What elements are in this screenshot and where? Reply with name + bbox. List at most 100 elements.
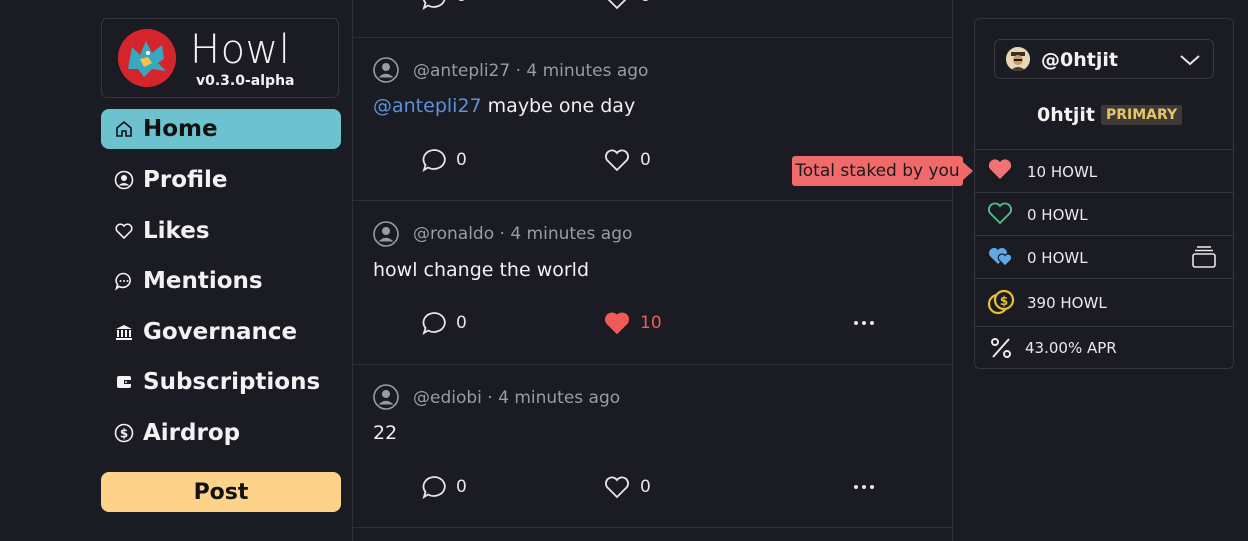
profile-icon bbox=[113, 169, 135, 191]
nav-item-likes[interactable]: Likes bbox=[101, 211, 341, 251]
heart-outline-icon bbox=[605, 149, 629, 172]
post-text: howl change the world bbox=[373, 259, 589, 281]
mention-link[interactable]: @antepli27 bbox=[373, 95, 482, 117]
wolf-logo-icon bbox=[118, 29, 176, 87]
account-selector[interactable]: @0htjit bbox=[994, 39, 1214, 79]
heart-filled-icon bbox=[605, 312, 629, 335]
stack-icon bbox=[1192, 246, 1216, 268]
post-text: @antepli27 maybe one day bbox=[373, 95, 635, 117]
comment-icon bbox=[422, 149, 446, 173]
post-text: 22 bbox=[373, 422, 397, 444]
post-avatar[interactable] bbox=[373, 57, 399, 87]
post-handle[interactable]: @antepli27 bbox=[413, 61, 510, 81]
like-button[interactable] bbox=[604, 0, 630, 14]
nav-item-subscriptions[interactable]: Subscriptions bbox=[101, 362, 341, 402]
like-button[interactable] bbox=[604, 311, 630, 339]
wallet-icon bbox=[113, 371, 135, 393]
nav-item-airdrop[interactable]: $ Airdrop bbox=[101, 413, 341, 453]
nav-label-governance: Governance bbox=[143, 319, 298, 345]
more-options-button[interactable] bbox=[852, 477, 876, 501]
nav-item-home[interactable]: Home bbox=[101, 109, 341, 149]
like-count: 0 bbox=[640, 150, 651, 170]
nav-item-profile[interactable]: Profile bbox=[101, 160, 341, 200]
comment-count: 0 bbox=[456, 0, 467, 6]
comment-icon bbox=[422, 312, 446, 336]
stat-row bbox=[989, 336, 1013, 364]
more-dots-icon bbox=[854, 321, 874, 325]
primary-badge: PRIMARY bbox=[1100, 105, 1183, 125]
collect-button[interactable] bbox=[1191, 245, 1217, 273]
panel-divider bbox=[975, 149, 1233, 150]
chevron-down-icon bbox=[1179, 50, 1201, 74]
account-selector-label: @0htjit bbox=[1041, 49, 1118, 71]
account-header: 0htjit PRIMARY bbox=[1037, 104, 1183, 126]
post-time: · 4 minutes ago bbox=[510, 61, 649, 81]
coins-icon: $ bbox=[987, 289, 1015, 315]
nav-label-likes: Likes bbox=[143, 218, 210, 244]
more-dots-icon bbox=[854, 485, 874, 489]
post-divider bbox=[352, 527, 953, 528]
stat-row bbox=[987, 157, 1013, 185]
post-body: maybe one day bbox=[481, 95, 636, 117]
more-options-button[interactable] bbox=[852, 313, 876, 337]
post-avatar[interactable] bbox=[373, 221, 399, 251]
comment-button[interactable] bbox=[422, 0, 448, 14]
stat-row bbox=[987, 201, 1013, 229]
app-logo[interactable]: Howl v0.3.0-alpha bbox=[101, 18, 339, 98]
user-avatar-icon bbox=[373, 57, 399, 83]
chat-bubble-icon bbox=[113, 270, 135, 292]
post-meta: @ronaldo · 4 minutes ago bbox=[413, 224, 632, 244]
comment-count: 0 bbox=[456, 150, 467, 170]
post-button[interactable]: Post bbox=[101, 472, 341, 512]
bank-icon bbox=[113, 321, 135, 343]
comment-button[interactable] bbox=[422, 148, 448, 176]
panel-divider bbox=[975, 192, 1233, 193]
nav-item-mentions[interactable]: Mentions bbox=[101, 261, 341, 301]
nav-label-subscriptions: Subscriptions bbox=[143, 369, 321, 395]
panel-divider bbox=[975, 235, 1233, 236]
post-handle[interactable]: @ronaldo bbox=[413, 224, 494, 244]
comment-button[interactable] bbox=[422, 311, 448, 339]
comment-count: 0 bbox=[456, 313, 467, 333]
heart-outline-icon bbox=[605, 476, 629, 499]
user-avatar-icon bbox=[373, 384, 399, 410]
coin-icon: $ bbox=[113, 422, 135, 444]
nav-label-profile: Profile bbox=[143, 167, 228, 193]
heart-icon bbox=[113, 220, 135, 242]
app-version: v0.3.0-alpha bbox=[196, 73, 295, 89]
like-count: 10 bbox=[640, 313, 662, 333]
nav-label-home: Home bbox=[143, 116, 218, 142]
account-name: 0htjit bbox=[1037, 104, 1095, 126]
percent-icon bbox=[991, 338, 1011, 358]
post-divider bbox=[352, 364, 953, 365]
post-time: · 4 minutes ago bbox=[481, 388, 621, 408]
post-meta: @ediobi · 4 minutes ago bbox=[413, 388, 620, 408]
post-body: 22 bbox=[373, 422, 398, 444]
heart-outline-icon bbox=[988, 202, 1012, 225]
apr-value: 43.00% APR bbox=[1025, 339, 1117, 357]
heart-filled-icon bbox=[988, 159, 1012, 179]
tooltip-arrow bbox=[963, 162, 973, 180]
post-divider bbox=[352, 200, 953, 201]
post-handle[interactable]: @ediobi bbox=[413, 388, 482, 408]
post-avatar[interactable] bbox=[373, 384, 399, 414]
svg-text:$: $ bbox=[120, 427, 128, 441]
stat-row: $ bbox=[987, 288, 1015, 320]
like-button[interactable] bbox=[604, 148, 630, 176]
nav-item-governance[interactable]: Governance bbox=[101, 312, 341, 352]
heart-outline-icon bbox=[607, 0, 627, 10]
post-body: howl change the world bbox=[373, 259, 590, 281]
balance-value: 390 HOWL bbox=[1027, 294, 1107, 312]
like-button[interactable] bbox=[604, 475, 630, 503]
hearts-icon bbox=[989, 248, 1013, 267]
account-avatar bbox=[1006, 47, 1030, 71]
nav-label-mentions: Mentions bbox=[143, 268, 263, 294]
received-value: 0 HOWL bbox=[1027, 206, 1088, 224]
app-title: Howl bbox=[190, 27, 291, 73]
comment-button[interactable] bbox=[422, 475, 448, 503]
like-count: 0 bbox=[640, 0, 651, 6]
staked-tooltip: Total staked by you bbox=[792, 156, 963, 186]
comment-icon bbox=[422, 476, 446, 500]
user-avatar-icon bbox=[373, 221, 399, 247]
stat-row bbox=[987, 244, 1015, 272]
